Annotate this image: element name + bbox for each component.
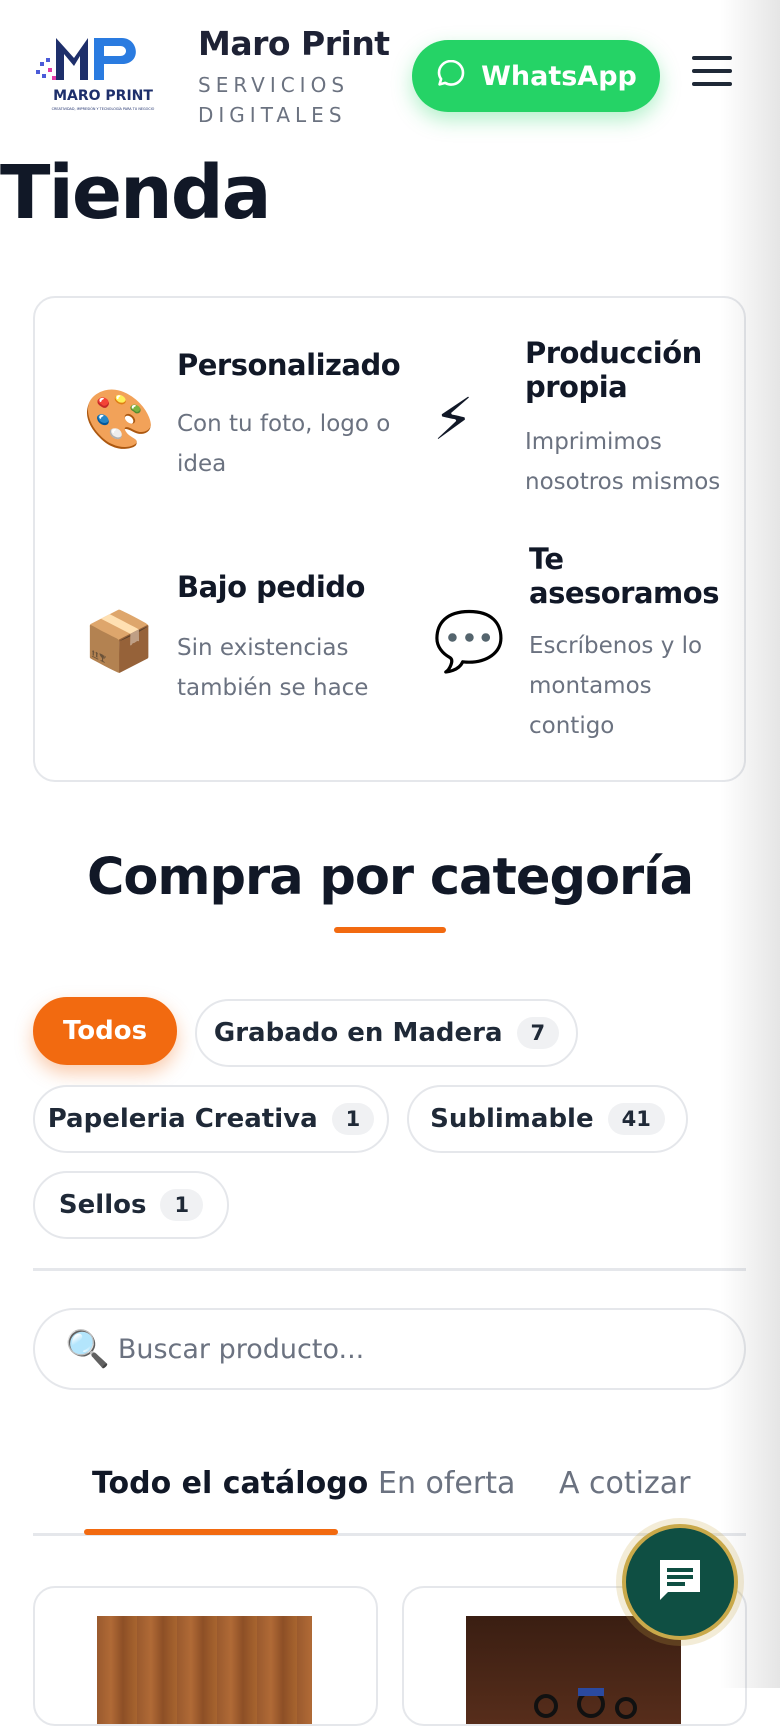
product-image bbox=[466, 1616, 681, 1724]
chip-sublimable[interactable]: Sublimable 41 bbox=[407, 1085, 688, 1153]
palette-icon: 🎨 bbox=[83, 385, 156, 453]
whatsapp-button[interactable]: WhatsApp bbox=[412, 40, 660, 112]
chip-todos[interactable]: Todos bbox=[33, 997, 177, 1065]
product-card[interactable] bbox=[33, 1586, 378, 1726]
chip-label: Grabado en Madera bbox=[213, 1018, 503, 1048]
logo-tagline: CREATIVIDAD, IMPRESIÓN Y TECNOLOGÍA PARA… bbox=[52, 106, 155, 111]
chip-sellos[interactable]: Sellos 1 bbox=[33, 1171, 229, 1239]
active-tab-indicator bbox=[84, 1529, 338, 1535]
brand-logo[interactable]: MARO PRINT CREATIVIDAD, IMPRESIÓN Y TECN… bbox=[30, 28, 176, 122]
feature-title: Te asesoramos bbox=[529, 542, 719, 610]
feature-text: Sin existencias también se hace bbox=[177, 635, 369, 701]
chip-label: Sellos bbox=[58, 1190, 147, 1220]
chip-count: 1 bbox=[331, 1103, 375, 1135]
search-box[interactable]: 🔍 bbox=[33, 1308, 746, 1390]
tab-a-cotizar[interactable]: A cotizar bbox=[559, 1466, 690, 1501]
chip-count: 7 bbox=[516, 1017, 560, 1049]
chip-label: Todos bbox=[62, 1016, 148, 1046]
chat-icon bbox=[654, 1554, 706, 1610]
features-card: 🎨 Personalizado Con tu foto, logo o idea… bbox=[33, 296, 746, 782]
tab-todo-el-catalogo[interactable]: Todo el catálogo bbox=[92, 1466, 368, 1501]
page-title: Tienda bbox=[0, 150, 272, 236]
brand-subtitle: SERVICIOS DIGITALES bbox=[198, 73, 350, 127]
speech-bubble-icon: 💬 bbox=[433, 607, 506, 675]
search-input[interactable] bbox=[115, 1332, 680, 1366]
edge-shadow bbox=[720, 0, 780, 1688]
brand-name[interactable]: Maro Print bbox=[198, 24, 390, 63]
logo-text: MARO PRINT bbox=[53, 88, 153, 104]
tab-en-oferta[interactable]: En oferta bbox=[378, 1466, 515, 1501]
feature-text: Imprimimos nosotros mismos bbox=[525, 429, 721, 495]
chip-label: Papeleria Creativa bbox=[47, 1104, 318, 1134]
feature-title: Personalizado bbox=[177, 348, 401, 382]
category-heading: Compra por categoría bbox=[86, 848, 694, 907]
search-icon: 🔍 bbox=[65, 1329, 110, 1370]
whatsapp-icon bbox=[435, 57, 467, 96]
feature-text: Con tu foto, logo o idea bbox=[177, 411, 391, 477]
whatsapp-label: WhatsApp bbox=[481, 60, 637, 92]
chip-count: 41 bbox=[607, 1103, 665, 1135]
feature-title: Producción propia bbox=[525, 336, 702, 404]
chat-button[interactable] bbox=[622, 1524, 738, 1640]
chip-label: Sublimable bbox=[430, 1104, 594, 1134]
chip-papeleria-creativa[interactable]: Papeleria Creativa 1 bbox=[33, 1085, 389, 1153]
product-image bbox=[97, 1616, 312, 1724]
package-icon: 📦 bbox=[83, 607, 156, 675]
chip-grabado-en-madera[interactable]: Grabado en Madera 7 bbox=[195, 999, 578, 1067]
feature-text: Escríbenos y lo montamos contigo bbox=[529, 633, 703, 739]
lightning-icon: ⚡ bbox=[433, 385, 474, 453]
feature-title: Bajo pedido bbox=[177, 570, 365, 604]
section-divider bbox=[33, 1268, 746, 1271]
chip-count: 1 bbox=[160, 1189, 204, 1221]
hamburger-menu-icon[interactable] bbox=[692, 56, 732, 90]
heading-underline bbox=[334, 927, 446, 933]
